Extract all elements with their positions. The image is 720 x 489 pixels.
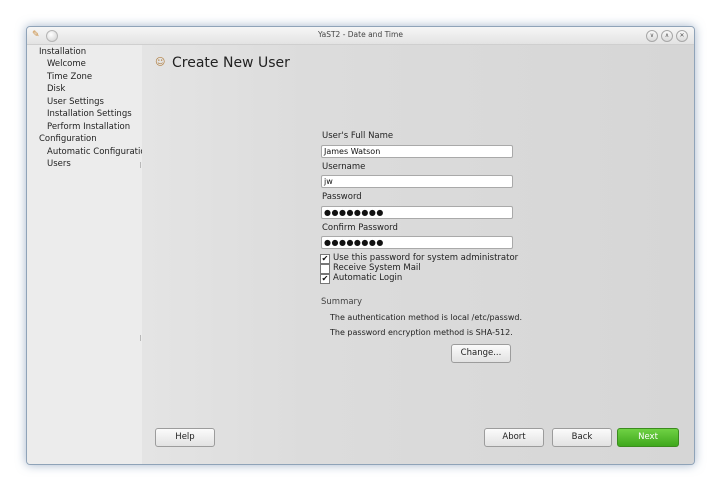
maximize-icon[interactable]: ∧ bbox=[661, 30, 673, 42]
sidebar-item-users[interactable]: Users bbox=[47, 159, 71, 169]
automatic-login-checkbox[interactable]: ✔ bbox=[320, 274, 330, 284]
summary-title: Summary bbox=[321, 297, 363, 307]
sidebar: Installation Welcome Time Zone Disk User… bbox=[27, 45, 151, 464]
admin-password-checkbox[interactable]: ✔ bbox=[320, 254, 330, 264]
password-label: Password bbox=[322, 192, 362, 202]
window-title: YaST2 - Date and Time bbox=[318, 30, 403, 39]
receive-mail-checkbox[interactable] bbox=[320, 264, 330, 274]
page-title: Create New User bbox=[172, 55, 290, 71]
sidebar-item-user-settings[interactable]: User Settings bbox=[47, 97, 104, 107]
full-name-field[interactable]: James Watson bbox=[321, 145, 513, 158]
automatic-login-label[interactable]: Automatic Login bbox=[333, 273, 402, 283]
users-icon: ☺ bbox=[155, 57, 166, 68]
password-field[interactable]: ●●●●●●●● bbox=[321, 206, 513, 219]
sidebar-item-time-zone[interactable]: Time Zone bbox=[47, 72, 92, 82]
minimize-icon[interactable]: ∨ bbox=[646, 30, 658, 42]
close-icon[interactable]: ✕ bbox=[676, 30, 688, 42]
sidebar-splitter-lower[interactable] bbox=[140, 335, 141, 341]
username-label: Username bbox=[322, 162, 366, 172]
sidebar-item-perform-installation[interactable]: Perform Installation bbox=[47, 122, 130, 132]
confirm-password-label: Confirm Password bbox=[322, 223, 398, 233]
receive-mail-label[interactable]: Receive System Mail bbox=[333, 263, 421, 273]
sidebar-item-installation-settings[interactable]: Installation Settings bbox=[47, 109, 132, 119]
sidebar-item-automatic-configuration[interactable]: Automatic Configuration bbox=[47, 147, 151, 157]
help-button[interactable]: Help bbox=[155, 428, 215, 447]
admin-password-label[interactable]: Use this password for system administrat… bbox=[333, 253, 518, 263]
back-button[interactable]: Back bbox=[552, 428, 612, 447]
abort-button[interactable]: Abort bbox=[484, 428, 544, 447]
full-name-label: User's Full Name bbox=[322, 131, 394, 141]
username-field[interactable]: jw bbox=[321, 175, 513, 188]
sidebar-item-disk[interactable]: Disk bbox=[47, 84, 65, 94]
summary-encryption-method: The password encryption method is SHA-51… bbox=[330, 328, 513, 337]
yast-window: ✎ YaST2 - Date and Time ∨ ∧ ✕ Installati… bbox=[26, 26, 695, 465]
change-button[interactable]: Change... bbox=[451, 344, 511, 363]
confirm-password-field[interactable]: ●●●●●●●● bbox=[321, 236, 513, 249]
sidebar-item-welcome[interactable]: Welcome bbox=[47, 59, 86, 69]
next-button[interactable]: Next bbox=[617, 428, 679, 447]
sidebar-section-installation: Installation bbox=[39, 47, 87, 57]
titlebar: ✎ YaST2 - Date and Time ∨ ∧ ✕ bbox=[27, 27, 694, 45]
sidebar-section-configuration: Configuration bbox=[39, 134, 97, 144]
sidebar-splitter[interactable] bbox=[140, 162, 141, 168]
summary-auth-method: The authentication method is local /etc/… bbox=[330, 313, 523, 322]
